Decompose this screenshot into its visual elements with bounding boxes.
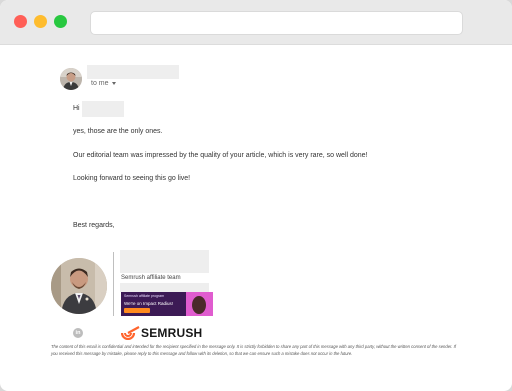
recipient-toggle[interactable]: to me <box>91 80 116 87</box>
body-line-3: Looking forward to seeing this go live! <box>73 175 191 182</box>
close-window-button[interactable] <box>14 15 27 28</box>
body-line-1: yes, those are the only ones. <box>73 128 163 135</box>
recipient-name-redacted <box>82 101 124 117</box>
body-line-2: Our editorial team was impressed by the … <box>73 152 368 159</box>
minimize-window-button[interactable] <box>34 15 47 28</box>
affiliate-banner[interactable]: Semrush affiliate program We're on Impac… <box>121 292 213 316</box>
greeting: Hi <box>73 105 80 112</box>
closing: Best regards, <box>73 222 115 229</box>
sender-avatar[interactable] <box>60 68 82 90</box>
semrush-flame-icon <box>121 326 140 340</box>
semrush-wordmark: SEMRUSH <box>141 326 203 340</box>
linkedin-icon[interactable]: in <box>73 328 83 338</box>
banner-small-text: Semrush affiliate program <box>124 294 165 298</box>
signature-team: Semrush affiliate team <box>121 275 181 281</box>
signature-photo <box>51 258 107 314</box>
banner-portrait <box>192 296 206 314</box>
recipient-label: to me <box>91 80 109 87</box>
address-bar[interactable] <box>90 11 463 35</box>
maximize-window-button[interactable] <box>54 15 67 28</box>
confidentiality-disclaimer: The content of this email is confidentia… <box>51 344 456 356</box>
banner-headline: We're on Impact Radius! <box>124 301 174 306</box>
signature-divider <box>113 252 114 316</box>
sender-name-redacted <box>87 65 179 79</box>
chevron-down-icon <box>111 81 116 85</box>
signer-name-redacted <box>120 250 209 273</box>
signer-contact-redacted <box>120 283 209 292</box>
title-bar <box>0 0 512 45</box>
banner-cta <box>124 308 150 313</box>
browser-window: to me Hi yes, those are the only ones. O… <box>0 0 512 391</box>
